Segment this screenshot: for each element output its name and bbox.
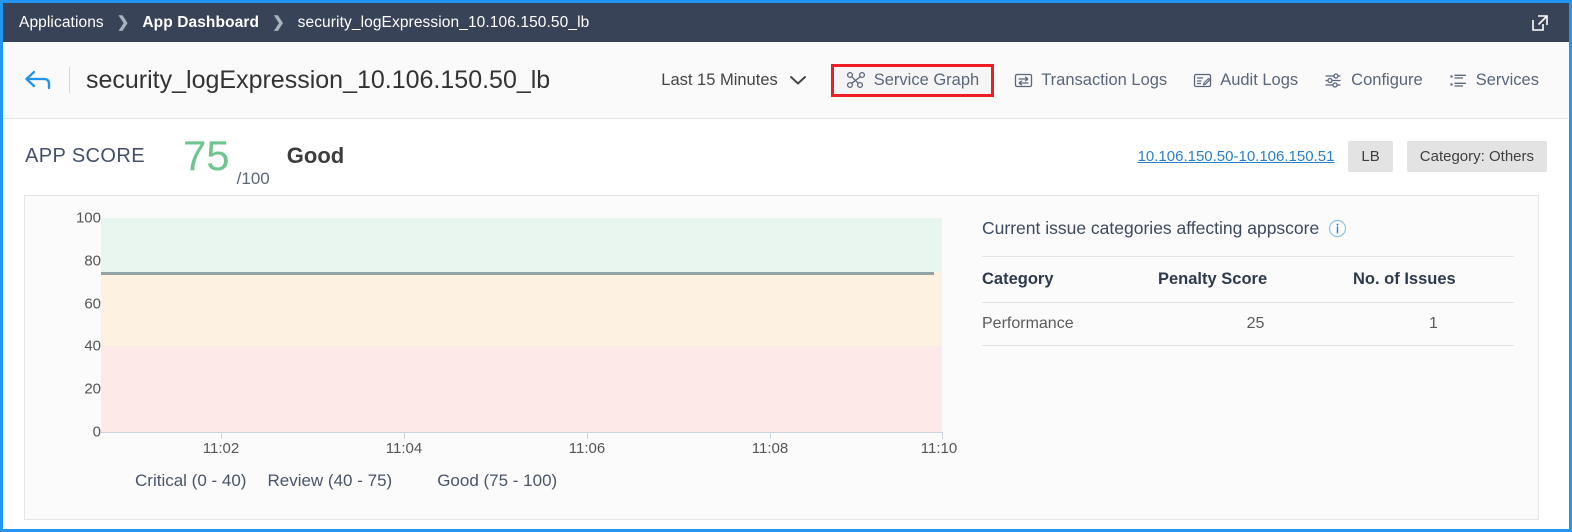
cell-category: Performance — [982, 303, 1158, 346]
services-icon — [1449, 72, 1468, 89]
page-title: security_logExpression_10.106.150.50_lb — [86, 66, 550, 95]
app-score-denominator: /100 — [237, 169, 270, 193]
table-head: Category Penalty Score No. of Issues — [982, 257, 1514, 303]
configure-icon — [1324, 72, 1343, 89]
breadcrumb-separator: ❯ — [272, 15, 285, 30]
column-header-issues: No. of Issues — [1353, 257, 1514, 303]
breadcrumb: Applications ❯ App Dashboard ❯ security_… — [3, 3, 1569, 42]
chart-legend: Critical (0 - 40) Review (40 - 75) Good … — [135, 471, 557, 491]
x-tick-mark — [221, 432, 222, 439]
tab-transaction-logs[interactable]: Transaction Logs — [1004, 64, 1177, 97]
audit-logs-icon — [1193, 72, 1212, 89]
band-review — [101, 272, 942, 347]
x-tick-mark — [587, 432, 588, 439]
x-tick-mark — [942, 432, 943, 439]
y-tick-0: 0 — [93, 424, 101, 441]
breadcrumb-item-current: security_logExpression_10.106.150.50_lb — [298, 14, 590, 32]
column-header-penalty: Penalty Score — [1158, 257, 1353, 303]
issue-categories-title: Current issue categories affecting appsc… — [982, 218, 1514, 239]
y-tick-100: 100 — [76, 210, 101, 227]
breadcrumb-item-applications[interactable]: Applications — [19, 14, 104, 32]
x-tick-label-5: 11:10 — [921, 440, 957, 457]
page-toolbar: security_logExpression_10.106.150.50_lb … — [3, 42, 1569, 119]
y-tick-60: 60 — [84, 295, 101, 312]
cell-penalty: 25 — [1158, 303, 1353, 346]
band-critical — [101, 346, 942, 432]
tab-transaction-logs-label: Transaction Logs — [1041, 71, 1167, 90]
tab-configure-label: Configure — [1351, 71, 1423, 90]
issue-categories-panel: Current issue categories affecting appsc… — [960, 196, 1538, 519]
column-header-category: Category — [982, 257, 1158, 303]
x-tick-label-4: 11:08 — [752, 440, 788, 457]
app-score-value: 75 — [183, 135, 230, 177]
appscore-line-series — [101, 272, 934, 275]
y-tick-80: 80 — [84, 252, 101, 269]
time-range-selector[interactable]: Last 15 Minutes — [661, 71, 806, 90]
breadcrumb-separator: ❯ — [117, 15, 130, 30]
transaction-logs-icon — [1014, 72, 1033, 89]
breadcrumb-item-app-dashboard[interactable]: App Dashboard — [142, 14, 259, 32]
tab-services[interactable]: Services — [1439, 64, 1549, 97]
time-range-label: Last 15 Minutes — [661, 71, 777, 90]
tab-configure[interactable]: Configure — [1314, 64, 1433, 97]
appscore-card: 100 80 60 40 20 0 11:02 11:04 11:06 — [24, 195, 1539, 520]
cell-issues: 1 — [1353, 303, 1514, 346]
issue-categories-table: Category Penalty Score No. of Issues Per… — [982, 256, 1514, 346]
back-arrow-icon[interactable] — [21, 63, 55, 97]
legend-item-critical: Critical (0 - 40) — [135, 471, 246, 491]
toolbar-actions: Service Graph Transaction Logs — [831, 64, 1555, 97]
legend-item-review: Review (40 - 75) — [267, 471, 392, 491]
band-good — [101, 218, 942, 272]
x-tick-label-3: 11:06 — [569, 440, 605, 457]
chart-y-axis: 100 80 60 40 20 0 — [25, 218, 101, 432]
app-score-label: APP SCORE — [25, 145, 145, 168]
table-row[interactable]: Performance 25 1 — [982, 303, 1514, 346]
table-header-row: Category Penalty Score No. of Issues — [982, 257, 1514, 303]
tab-service-graph-label: Service Graph — [874, 71, 979, 90]
issue-categories-title-text: Current issue categories affecting appsc… — [982, 218, 1319, 239]
service-graph-icon — [846, 71, 866, 89]
info-icon[interactable] — [1328, 219, 1347, 238]
x-tick-label-2: 11:04 — [386, 440, 422, 457]
chevron-down-icon — [789, 74, 807, 86]
chart-x-axis — [101, 432, 942, 433]
tab-service-graph[interactable]: Service Graph — [831, 64, 994, 97]
tab-audit-logs-label: Audit Logs — [1220, 71, 1298, 90]
y-tick-40: 40 — [84, 338, 101, 355]
y-tick-20: 20 — [84, 381, 101, 398]
toolbar-divider — [69, 67, 70, 93]
table-body: Performance 25 1 — [982, 303, 1514, 346]
chip-lb: LB — [1348, 141, 1392, 172]
legend-item-good: Good (75 - 100) — [437, 471, 557, 491]
external-link-icon[interactable] — [1529, 12, 1551, 34]
appscore-chart: 100 80 60 40 20 0 11:02 11:04 11:06 — [25, 196, 960, 519]
chart-plot-area — [101, 218, 942, 432]
app-score-status: Good — [287, 143, 344, 169]
x-tick-label-1: 11:02 — [203, 440, 239, 457]
app-score-row: APP SCORE 75 /100 Good 10.106.150.50-10.… — [3, 119, 1569, 193]
entity-ip-link[interactable]: 10.106.150.50-10.106.150.51 — [1138, 148, 1335, 165]
tab-audit-logs[interactable]: Audit Logs — [1183, 64, 1308, 97]
x-tick-mark — [770, 432, 771, 439]
chip-category: Category: Others — [1407, 141, 1547, 172]
page-root: Applications ❯ App Dashboard ❯ security_… — [0, 0, 1572, 532]
tab-services-label: Services — [1476, 71, 1539, 90]
x-tick-mark — [404, 432, 405, 439]
